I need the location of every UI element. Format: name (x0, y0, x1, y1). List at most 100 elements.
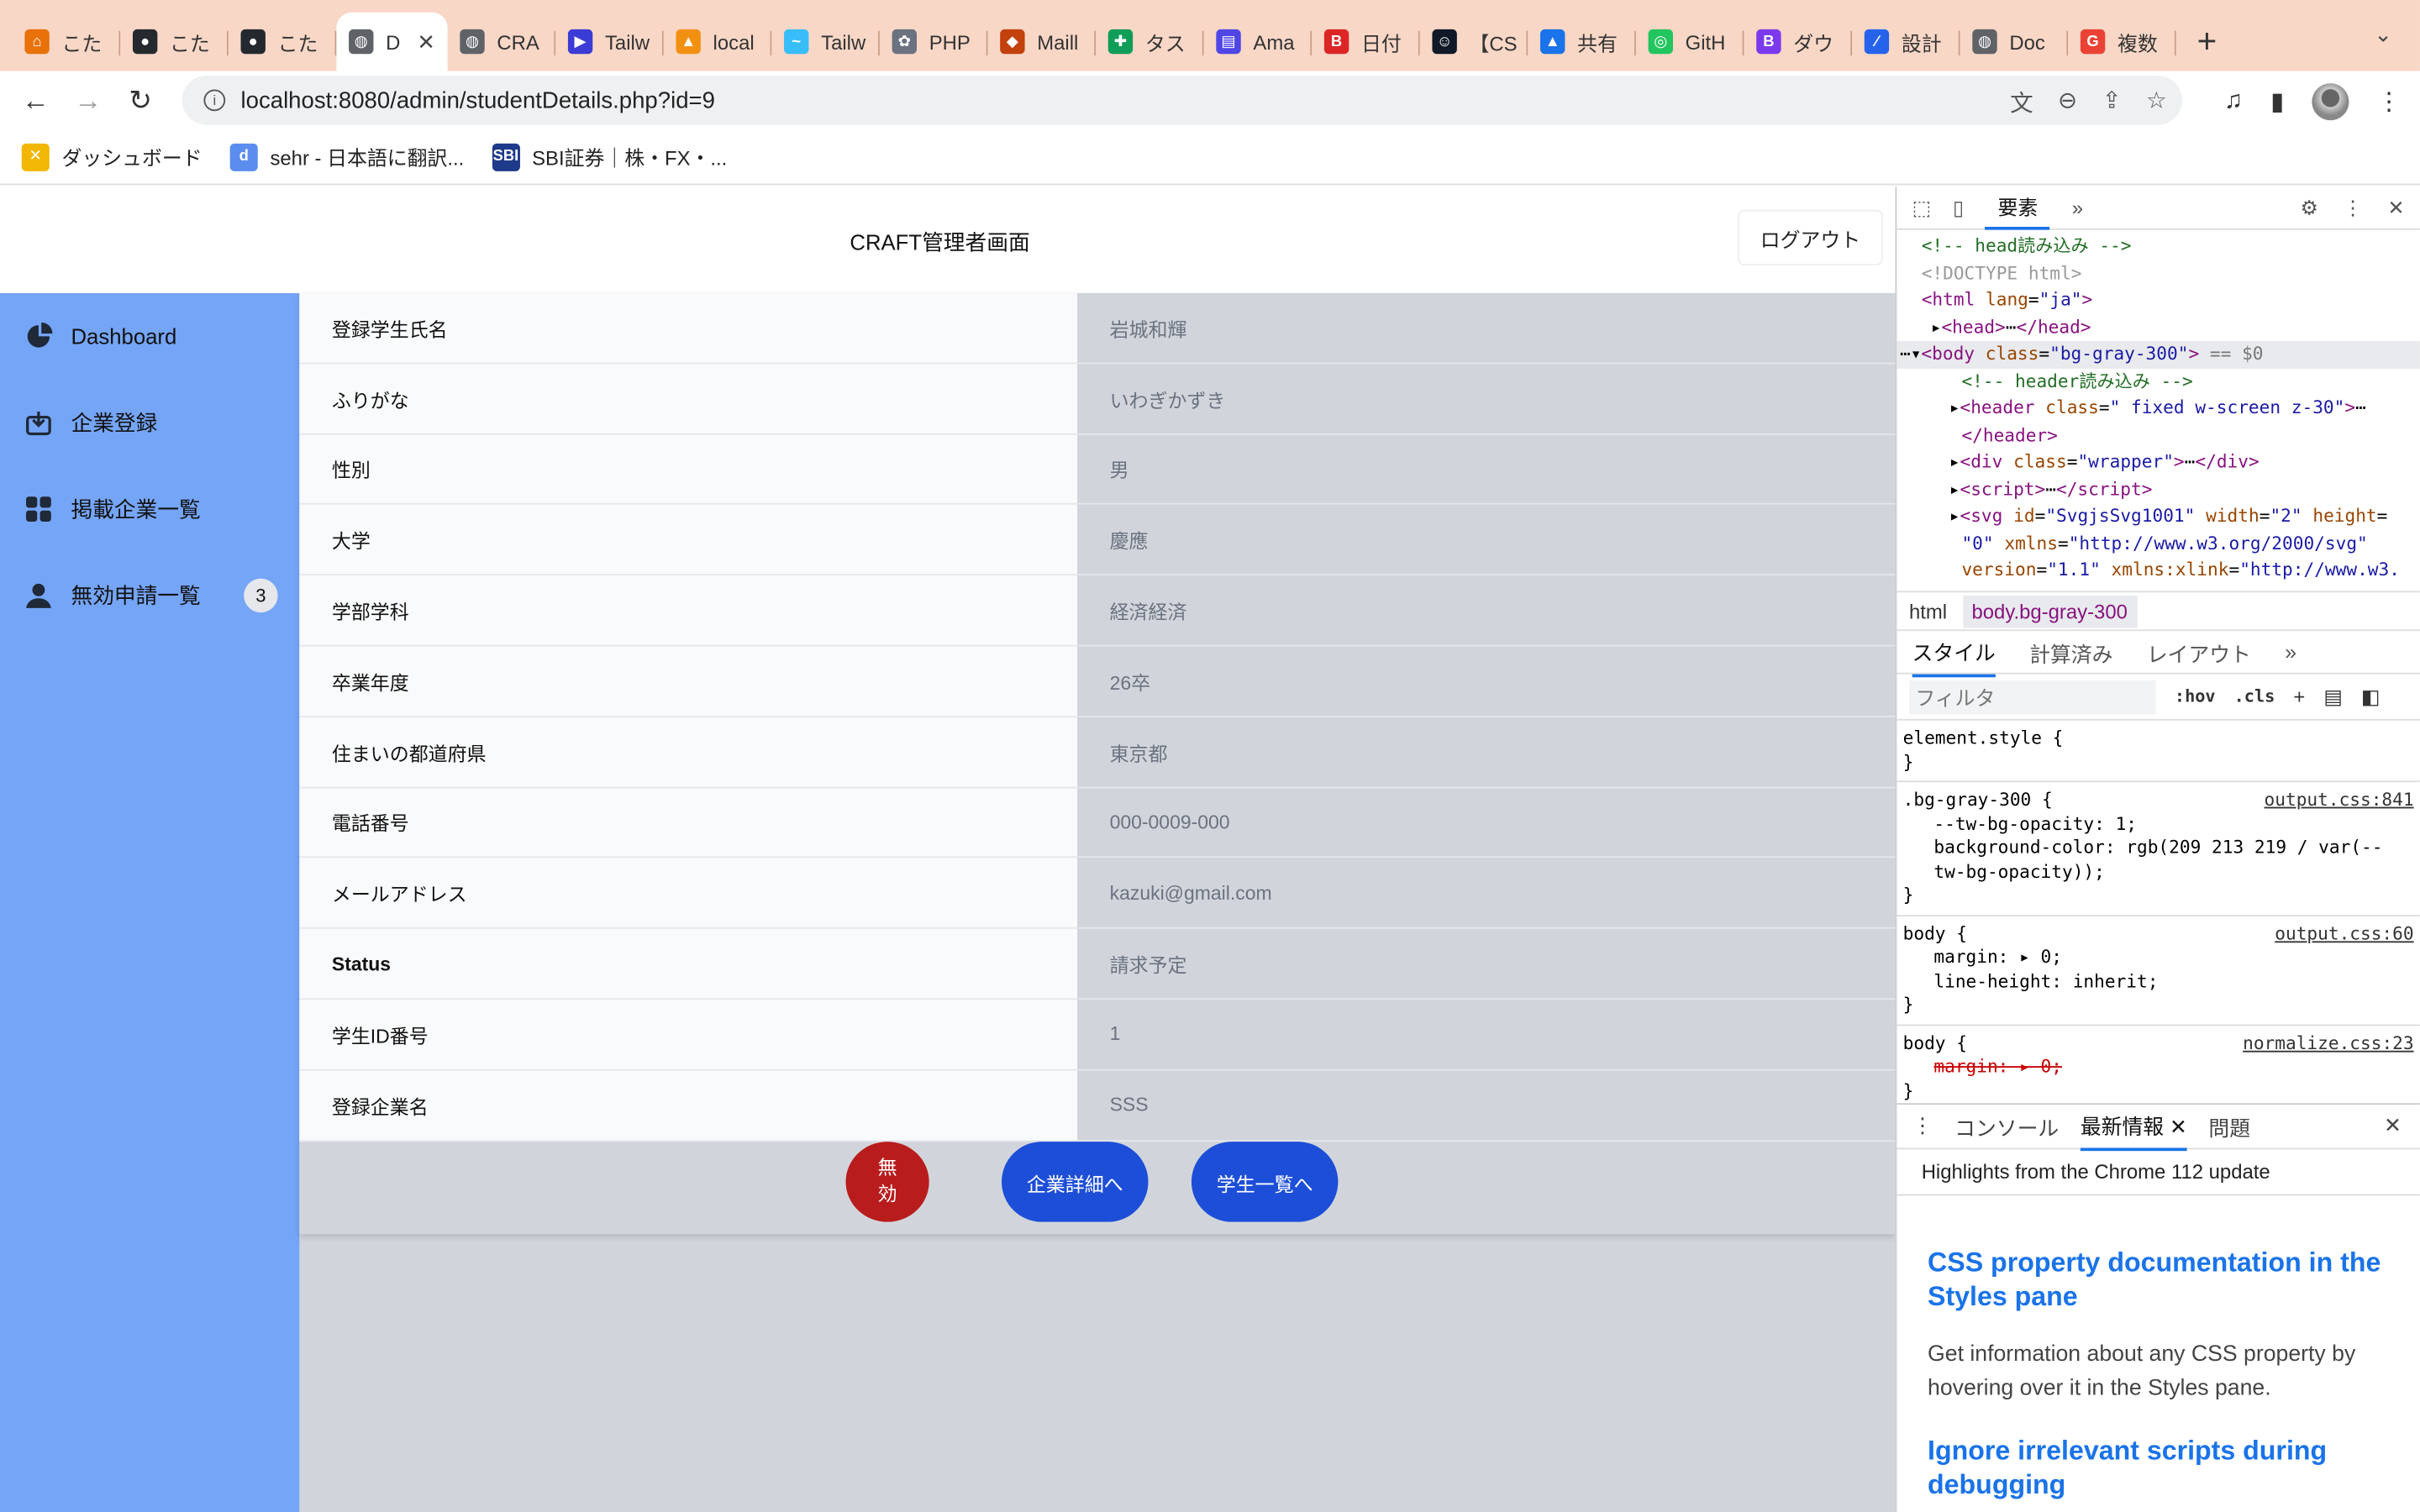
invalidate-button[interactable]: 無効 (845, 1142, 929, 1222)
breadcrumb-body[interactable]: body.bg-gray-300 (1962, 595, 2137, 627)
bookmark-item[interactable]: d sehr - 日本語に翻訳... (229, 142, 464, 171)
browser-tab[interactable]: ▲ 共有 (1528, 13, 1636, 71)
tab-favicon-icon: ✿ (892, 29, 917, 55)
device-toggle-icon[interactable]: ▯ (1953, 195, 1964, 219)
page-title: CRAFT管理者画面 (850, 229, 1030, 255)
paint-icon[interactable]: ▤ (2323, 685, 2343, 709)
tab-close-icon[interactable]: ✕ (417, 29, 435, 55)
browser-tab[interactable]: ∕ 設計 (1852, 13, 1960, 71)
reload-icon[interactable]: ↻ (114, 84, 166, 117)
styles-filter-input[interactable]: フィルタ (1908, 680, 2156, 714)
css-declaration[interactable]: background-color: rgb(209 213 219 / var(… (1903, 836, 2414, 884)
browser-tab[interactable]: ◍ D ✕ (336, 12, 448, 71)
browser-tab[interactable]: ● こた (229, 13, 337, 71)
browser-tab[interactable]: ~ Tailw (771, 13, 880, 71)
browser-tab[interactable]: G 複数 (2068, 13, 2176, 71)
css-rule[interactable]: .bg-gray-300 {output.css:841 --tw-bg-opac… (1897, 782, 2420, 916)
cls-toggle[interactable]: .cls (2234, 686, 2275, 706)
browser-tab[interactable]: ✚ タス (1096, 13, 1204, 71)
logout-button[interactable]: ログアウト (1738, 209, 1883, 265)
browser-tab[interactable]: ◍ Doc (1960, 13, 2069, 71)
company-detail-button[interactable]: 企業詳細へ (1002, 1142, 1149, 1222)
site-info-icon[interactable]: i (203, 89, 226, 112)
drawer-close-icon[interactable]: ✕ (2384, 1114, 2402, 1138)
breadcrumb-html[interactable]: html (1909, 600, 1947, 623)
field-label: 学部学科 (299, 575, 1078, 647)
browser-tab[interactable]: ✿ PHP (880, 13, 988, 71)
sidebar-toggle-icon[interactable]: ◧ (2361, 685, 2381, 709)
translate-icon[interactable]: 文 (2010, 87, 2033, 119)
tab-issues[interactable]: 問題 (2208, 1110, 2250, 1142)
field-value: 岩城和輝 (1077, 292, 1896, 365)
dom-tree[interactable]: <!-- head読み込み --> <!DOCTYPE html> <html … (1897, 230, 2420, 591)
forward-icon[interactable]: → (61, 84, 113, 117)
css-declaration[interactable]: margin: ▸ 0; (1903, 946, 2414, 969)
bookmark-item[interactable]: SBI SBI証券｜株・FX・... (492, 142, 727, 171)
side-panel-icon[interactable]: ▮ (2270, 87, 2284, 118)
browser-tab[interactable]: ⌂ こた (13, 13, 121, 71)
close-icon[interactable]: ✕ (2388, 195, 2405, 219)
new-tab-icon[interactable]: + (2176, 13, 2238, 71)
browser-tab[interactable]: ◎ GitH (1636, 13, 1744, 71)
pie-chart-icon (24, 322, 53, 350)
browser-tab[interactable]: ◍ CRA (448, 13, 556, 71)
browser-tab[interactable]: ● こた (120, 13, 229, 71)
browser-tab[interactable]: ☺ 【CS (1420, 13, 1528, 71)
sidebar-item[interactable]: Dashboard (0, 293, 299, 380)
media-icon[interactable]: ♫ (2224, 88, 2243, 116)
settings-gear-icon[interactable]: ⚙ (2300, 195, 2317, 219)
article-title-link[interactable]: CSS property documentation in the Styles… (1928, 1245, 2392, 1313)
article-title-link[interactable]: Ignore irrelevant scripts during debuggi… (1928, 1433, 2392, 1501)
browser-tab[interactable]: ▲ local (664, 13, 772, 71)
action-buttons: 無効 企業詳細へ 学生一覧へ (299, 1142, 1895, 1234)
tab-search-icon[interactable]: ⌄ (2374, 22, 2392, 48)
browser-tab[interactable]: ◆ Maill (987, 13, 1097, 71)
rule-source-link[interactable]: normalize.css:23 (2243, 1032, 2413, 1055)
tab-elements[interactable]: 要素 (1985, 185, 2050, 230)
field-value: 請求予定 (1077, 929, 1896, 1000)
bookmark-star-icon[interactable]: ☆ (2146, 87, 2167, 119)
sidebar-item[interactable]: 掲載企業一覧 (0, 466, 299, 553)
browser-tab[interactable]: B ダウ (1744, 13, 1853, 71)
css-declaration[interactable]: margin: ▸ 0; (1903, 1055, 2414, 1079)
sidebar-item-label: Dashboard (71, 323, 177, 349)
devtools-menu-icon[interactable]: ⋮ (2343, 195, 2363, 219)
tab-console[interactable]: コンソール (1954, 1110, 2059, 1142)
field-label: 大学 (299, 505, 1078, 576)
tab-whats-new[interactable]: 最新情報 ✕ (2080, 1101, 2187, 1152)
rule-source-link[interactable]: output.css:841 (2265, 789, 2414, 812)
field-label: 住まいの都道府県 (299, 717, 1078, 788)
css-declaration[interactable]: line-height: inherit; (1903, 969, 2414, 993)
css-rule[interactable]: body {output.css:60 margin: ▸ 0; line-heig… (1897, 916, 2420, 1026)
bookmark-favicon-icon: ✕ (21, 142, 50, 171)
hov-toggle[interactable]: :hov (2175, 686, 2216, 706)
browser-tab[interactable]: ▤ Ama (1204, 13, 1313, 71)
add-rule-icon[interactable]: + (2293, 685, 2305, 708)
tab-layout[interactable]: レイアウト (2147, 637, 2251, 668)
inspect-icon[interactable]: ⬚ (1912, 195, 1932, 219)
css-declaration[interactable]: --tw-bg-opacity: 1; (1903, 812, 2414, 836)
element-style-rule[interactable]: element.style { } (1897, 721, 2420, 783)
menu-kebab-icon[interactable]: ⋮ (2377, 87, 2402, 118)
sidebar-item[interactable]: 企業登録 (0, 380, 299, 466)
rule-source-link[interactable]: output.css:60 (2275, 921, 2413, 945)
profile-avatar[interactable] (2312, 83, 2349, 121)
browser-tab[interactable]: B 日付 (1312, 13, 1420, 71)
share-icon[interactable]: ⇪ (2102, 87, 2122, 119)
back-icon[interactable]: ← (9, 84, 61, 117)
css-rule[interactable]: body {normalize.css:23 margin: ▸ 0;} (1897, 1025, 2420, 1103)
browser-tab[interactable]: ▶ Tailw (555, 13, 664, 71)
sidebar-item-label: 企業登録 (71, 410, 158, 435)
zoom-icon[interactable]: ⊖ (2058, 87, 2077, 119)
sidebar-item[interactable]: 無効申請一覧 3 (0, 553, 299, 639)
tab-styles[interactable]: スタイル (1912, 627, 1996, 677)
drawer-menu-icon[interactable]: ⋮ (1912, 1114, 1933, 1138)
tab-computed[interactable]: 計算済み (2029, 637, 2112, 668)
more-tabs-icon[interactable]: » (2072, 196, 2083, 219)
bookmark-item[interactable]: ✕ ダッシュボード (21, 142, 203, 171)
student-list-button[interactable]: 学生一覧へ (1191, 1142, 1339, 1222)
grid-icon (24, 496, 52, 523)
tab-title: Maill (1037, 29, 1079, 54)
address-bar[interactable]: i localhost:8080/admin/studentDetails.ph… (182, 75, 2183, 125)
more-subtabs-icon[interactable]: » (2285, 640, 2296, 664)
